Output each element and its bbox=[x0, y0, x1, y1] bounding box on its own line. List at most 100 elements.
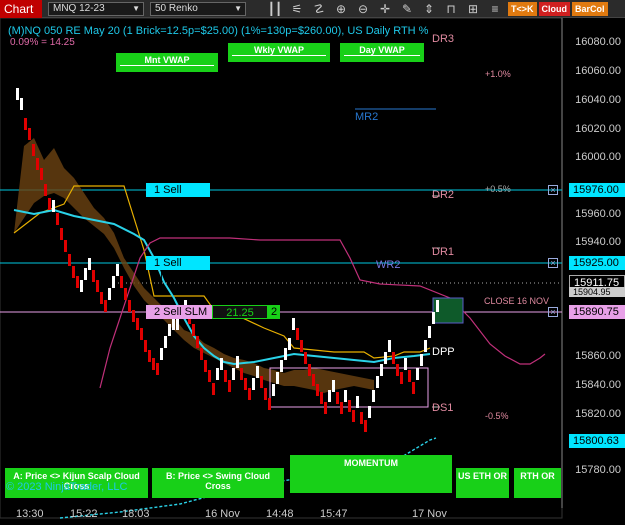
renko-brick bbox=[24, 118, 27, 130]
renko-brick bbox=[360, 412, 363, 424]
bar-type-selector[interactable]: 50 Renko ▼ bbox=[150, 1, 246, 16]
renko-brick bbox=[252, 378, 255, 390]
renko-brick bbox=[92, 270, 95, 282]
time-tick: 15:47 bbox=[320, 508, 348, 520]
renko-brick bbox=[296, 328, 299, 340]
renko-brick bbox=[268, 398, 271, 410]
bar-style-icon[interactable]: ┃┃ bbox=[264, 2, 286, 16]
renko-brick bbox=[120, 276, 123, 288]
time-tick: 18:03 bbox=[122, 508, 150, 520]
renko-brick bbox=[376, 376, 379, 388]
momentum-button[interactable]: MOMENTUM bbox=[290, 455, 452, 493]
sell-slm-price-tag: 15890.75 bbox=[569, 305, 625, 319]
time-tick: 15:22 bbox=[70, 508, 98, 520]
renko-brick bbox=[264, 388, 267, 400]
renko-brick bbox=[300, 340, 303, 352]
time-tick: 16 Nov bbox=[205, 508, 240, 520]
renko-brick bbox=[408, 370, 411, 382]
renko-brick bbox=[236, 356, 239, 368]
zoom-in-icon[interactable]: ⊕ bbox=[330, 2, 352, 16]
renko-brick bbox=[244, 378, 247, 390]
sell-lmt-price-tag-1: 15976.00 bbox=[569, 183, 625, 197]
order-pnl: 21.25 bbox=[212, 305, 268, 319]
order-qty[interactable]: 2 bbox=[268, 305, 280, 319]
renko-brick bbox=[200, 348, 203, 360]
renko-brick bbox=[364, 420, 367, 432]
renko-brick bbox=[260, 376, 263, 388]
sell-lmt-order-1[interactable]: 1 Sell LMT bbox=[146, 183, 210, 210]
instrument-selector[interactable]: MNQ 12-23 ▼ bbox=[48, 1, 144, 16]
renko-brick bbox=[156, 363, 159, 375]
day-vwap-label: Day VWAP bbox=[359, 45, 405, 55]
weekly-vwap-underline bbox=[232, 55, 326, 56]
sell-slm-order[interactable]: 2 Sell SLM bbox=[146, 305, 212, 319]
renko-brick bbox=[284, 348, 287, 360]
dr2-label: DR2 bbox=[432, 189, 455, 201]
renko-brick bbox=[32, 144, 35, 156]
sell-lmt-order-2[interactable]: 1 Sell LMT bbox=[146, 256, 210, 283]
kijun-line bbox=[13, 185, 431, 359]
renko-brick bbox=[136, 318, 139, 330]
renko-brick bbox=[312, 374, 315, 386]
renko-brick bbox=[208, 370, 211, 382]
chart-trader-icon[interactable]: ≡ bbox=[484, 2, 506, 16]
price-tick: 15780.00 bbox=[575, 464, 621, 476]
bar-type-label: 50 Renko bbox=[155, 2, 198, 14]
renko-brick bbox=[16, 88, 19, 100]
renko-brick bbox=[248, 388, 251, 400]
chevron-down-icon: ▼ bbox=[234, 3, 242, 13]
renko-brick bbox=[152, 358, 155, 370]
renko-brick bbox=[36, 158, 39, 170]
swing-cloud-cross-button[interactable]: B: Price <> Swing Cloud Cross bbox=[152, 468, 284, 498]
us-eth-or-button[interactable]: US ETH OR bbox=[456, 468, 509, 498]
drawing-tools-icon[interactable]: ✎ bbox=[396, 2, 418, 16]
time-tick: 14:48 bbox=[266, 508, 294, 520]
close-order-1-icon[interactable]: × bbox=[548, 185, 558, 195]
dpp-label: DPP bbox=[432, 346, 455, 358]
renko-brick bbox=[232, 368, 235, 380]
monthly-vwap-label: Mnt VWAP bbox=[144, 55, 190, 65]
renko-brick bbox=[124, 288, 127, 300]
day-vwap-underline bbox=[344, 55, 420, 56]
barcol-toggle-button[interactable]: BarCol bbox=[572, 1, 608, 16]
cloud-toggle-button[interactable]: Cloud bbox=[538, 1, 571, 16]
zoom-out-icon[interactable]: ⊖ bbox=[352, 2, 374, 16]
close-order-3-icon[interactable]: × bbox=[548, 307, 558, 317]
chart-canvas[interactable] bbox=[0, 18, 625, 525]
weekly-vwap-button[interactable]: Wkly VWAP bbox=[228, 43, 330, 62]
renko-brick bbox=[44, 184, 47, 196]
dr1-label: DR1 bbox=[432, 246, 455, 258]
renko-brick bbox=[344, 390, 347, 402]
time-tick: 17 Nov bbox=[412, 508, 447, 520]
monthly-vwap-button[interactable]: Mnt VWAP bbox=[116, 53, 218, 72]
chart-tab[interactable]: Chart bbox=[0, 0, 42, 18]
tk-toggle-button[interactable]: T<>K bbox=[508, 1, 537, 16]
data-box-icon[interactable]: ⊞ bbox=[462, 2, 484, 16]
renko-brick bbox=[168, 324, 171, 336]
renko-brick bbox=[140, 328, 143, 340]
renko-brick bbox=[292, 318, 295, 330]
copyright-text: © 2023 NinjaTrader, LLC bbox=[6, 481, 128, 493]
renko-brick bbox=[340, 402, 343, 414]
renko-brick bbox=[20, 98, 23, 110]
price-tick: 16020.00 bbox=[575, 123, 621, 135]
scale-icon[interactable]: ⇕ bbox=[418, 2, 440, 16]
renko-brick bbox=[228, 380, 231, 392]
renko-brick bbox=[224, 370, 227, 382]
crosshair-icon[interactable]: ✛ bbox=[374, 2, 396, 16]
renko-brick bbox=[192, 324, 195, 336]
renko-brick bbox=[116, 264, 119, 276]
renko-brick bbox=[76, 276, 79, 288]
rth-or-button[interactable]: RTH OR bbox=[514, 468, 561, 498]
lock-icon[interactable]: ⊓ bbox=[440, 2, 462, 16]
price-tick: 16000.00 bbox=[575, 151, 621, 163]
pct-minus05-label: -0.5% bbox=[485, 411, 509, 421]
strategies-icon[interactable]: ☡ bbox=[308, 2, 330, 16]
renko-brick bbox=[172, 318, 175, 330]
renko-brick bbox=[288, 338, 291, 350]
indicators-icon[interactable]: ⚟ bbox=[286, 2, 308, 16]
renko-brick bbox=[128, 300, 131, 312]
close-order-2-icon[interactable]: × bbox=[548, 258, 558, 268]
day-vwap-button[interactable]: Day VWAP bbox=[340, 43, 424, 62]
renko-brick bbox=[324, 402, 327, 414]
